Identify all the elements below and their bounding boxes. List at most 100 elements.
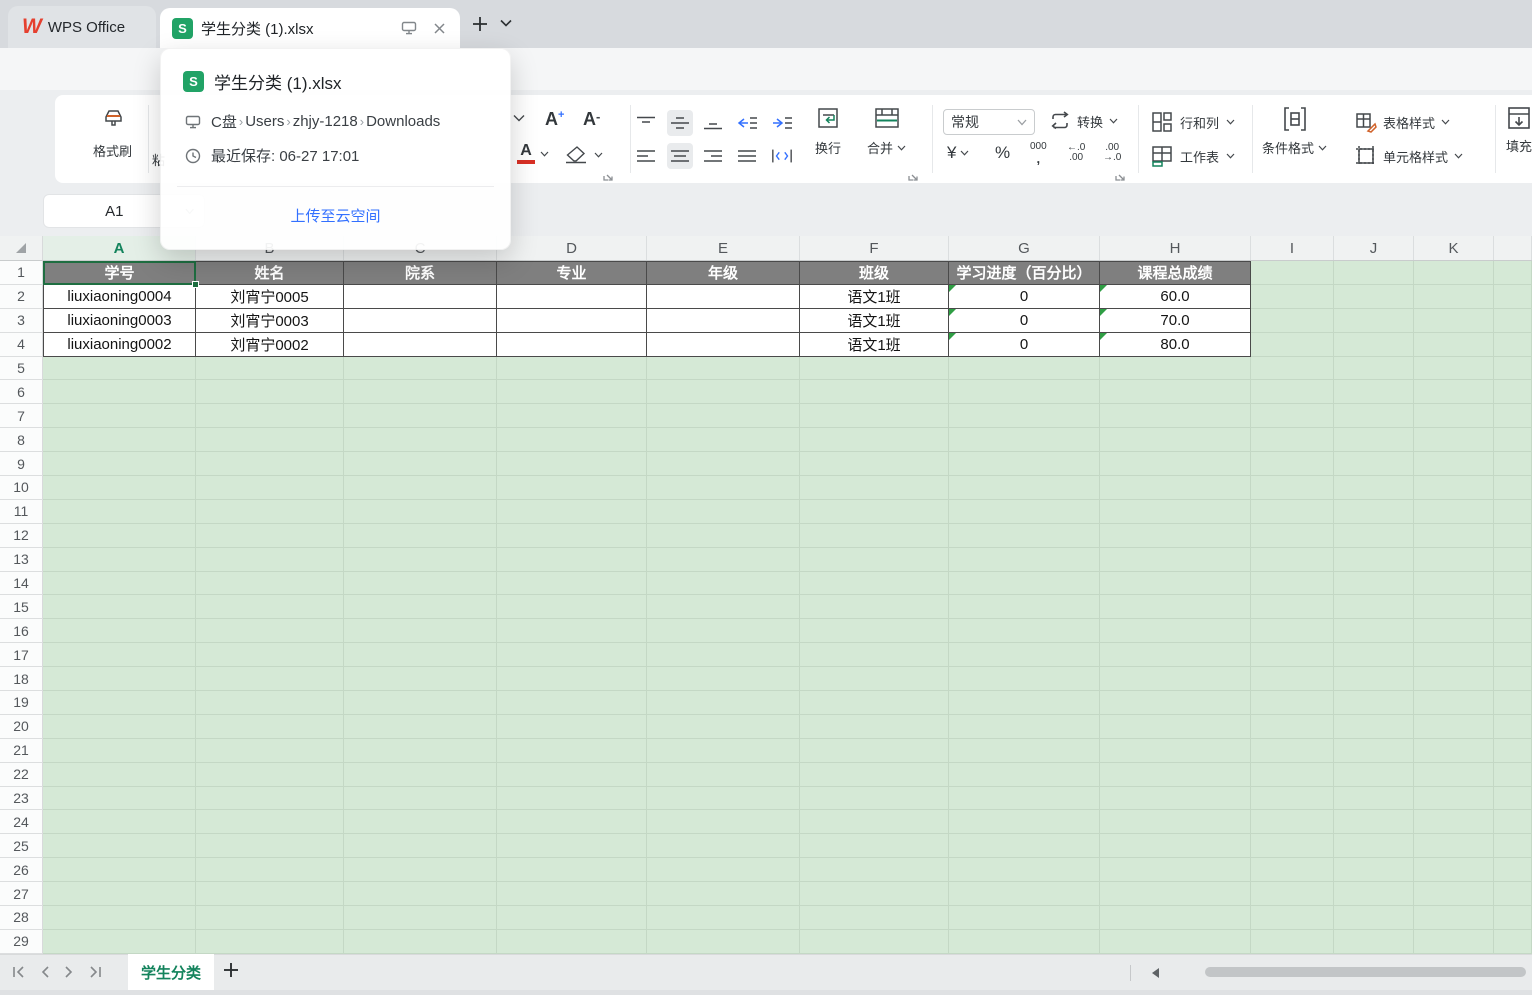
increase-decimal-button[interactable]: .00 →.0 [1103,143,1121,163]
sheet-cell[interactable] [196,524,344,548]
sheet-cell[interactable] [1494,500,1532,524]
sheet-cell[interactable] [1334,595,1414,619]
sheet-cell[interactable] [1494,906,1532,930]
sheet-cell[interactable] [1494,882,1532,906]
sheet-cell[interactable] [43,691,196,715]
number-format-dropdown[interactable]: 常规 [943,109,1035,135]
row-header[interactable]: 9 [0,452,43,476]
sheet-cell[interactable] [1414,715,1494,739]
sheet-cell[interactable] [800,739,949,763]
row-header[interactable]: 7 [0,404,43,428]
sheet-cell[interactable] [647,452,800,476]
sheet-cell[interactable] [647,930,800,954]
upload-to-cloud-link[interactable]: 上传至云空间 [161,205,510,226]
sheet-cell[interactable] [1414,309,1494,333]
sheet-cell[interactable] [497,500,647,524]
sheet-cell[interactable] [949,739,1100,763]
sheet-cell[interactable] [344,739,497,763]
sheet-cell[interactable] [43,787,196,811]
sheet-cell[interactable] [1251,428,1334,452]
sheet-cell[interactable] [344,572,497,596]
sheet-cell[interactable] [1100,763,1251,787]
row-header[interactable]: 18 [0,667,43,691]
sheet-cell[interactable] [497,643,647,667]
sheet-cell[interactable] [1251,404,1334,428]
sheet-cell[interactable] [497,404,647,428]
currency-format-button[interactable]: ¥ [947,143,969,163]
column-header[interactable] [1494,236,1532,260]
row-header[interactable]: 2 [0,285,43,309]
table-data-cell[interactable]: 80.0 [1100,333,1251,357]
sheet-cell[interactable] [949,357,1100,381]
sheet-cell[interactable] [497,787,647,811]
sheet-cell[interactable] [949,643,1100,667]
sheet-cell[interactable] [1334,643,1414,667]
sheet-cell[interactable] [196,500,344,524]
sheet-cell[interactable] [1494,667,1532,691]
row-header[interactable]: 5 [0,357,43,381]
sheet-cell[interactable] [1100,524,1251,548]
sheet-cell[interactable] [1334,810,1414,834]
sheet-cell[interactable] [1100,691,1251,715]
sheet-cell[interactable] [1334,572,1414,596]
sheet-cell[interactable] [1100,380,1251,404]
sheet-cell[interactable] [196,380,344,404]
row-header[interactable]: 29 [0,930,43,954]
sheet-cell[interactable] [949,428,1100,452]
sheet-cell[interactable] [647,428,800,452]
row-header[interactable]: 13 [0,548,43,572]
sheet-cell[interactable] [1414,524,1494,548]
sheet-cell[interactable] [43,882,196,906]
sheet-cell[interactable] [800,667,949,691]
justify-icon[interactable] [736,145,758,167]
column-header[interactable]: D [497,236,647,260]
wrap-text-button[interactable]: 换行 [813,104,843,157]
sheet-cell[interactable] [43,930,196,954]
row-header[interactable]: 15 [0,595,43,619]
align-left-icon[interactable] [635,145,657,167]
sheet-cell[interactable] [344,500,497,524]
tab-list-chevron-icon[interactable] [500,19,512,27]
sheet-cell[interactable] [1414,787,1494,811]
sheet-cell[interactable] [1494,476,1532,500]
sheet-cell[interactable] [1251,715,1334,739]
sheet-cell[interactable] [949,691,1100,715]
conditional-format-button[interactable]: 条件格式 [1262,104,1327,157]
sheet-cell[interactable] [344,380,497,404]
format-painter-button[interactable]: 格式刷 [93,107,132,160]
sheet-cell[interactable] [43,357,196,381]
sheet-cell[interactable] [647,906,800,930]
sheet-cell[interactable] [1414,500,1494,524]
sheet-cell[interactable] [497,572,647,596]
sheet-cell[interactable] [1334,667,1414,691]
sheet-cell[interactable] [949,834,1100,858]
number-dialog-launcher-icon[interactable] [1115,171,1125,181]
sheet-cell[interactable] [949,667,1100,691]
rows-columns-button[interactable]: 行和列 [1151,111,1235,133]
sheet-cell[interactable] [344,787,497,811]
table-data-cell[interactable]: liuxiaoning0003 [43,309,196,333]
sheet-cell[interactable] [196,643,344,667]
decrease-indent-icon[interactable] [736,112,758,134]
sheet-cell[interactable] [800,428,949,452]
sheet-cell[interactable] [647,357,800,381]
document-tab[interactable]: S 学生分类 (1).xlsx [160,8,460,48]
sheet-cell[interactable] [1334,261,1414,285]
sheet-cell[interactable] [800,810,949,834]
sheet-cell[interactable] [1251,595,1334,619]
sheet-cell[interactable] [800,404,949,428]
sheet-cell[interactable] [196,595,344,619]
alignment-dialog-launcher-icon[interactable] [908,171,918,181]
sheet-cell[interactable] [196,404,344,428]
close-tab-icon[interactable] [428,17,450,39]
sheet-cell[interactable] [800,524,949,548]
sheet-cell[interactable] [43,572,196,596]
sheet-cell[interactable] [1494,309,1532,333]
sheet-cell[interactable] [43,548,196,572]
sheet-cell[interactable] [1494,261,1532,285]
row-header[interactable]: 1 [0,261,43,285]
table-data-cell[interactable]: 0 [949,333,1100,357]
table-data-cell[interactable]: 刘宵宁0005 [196,285,344,309]
sheet-cell[interactable] [1251,834,1334,858]
sheet-cell[interactable] [1334,309,1414,333]
